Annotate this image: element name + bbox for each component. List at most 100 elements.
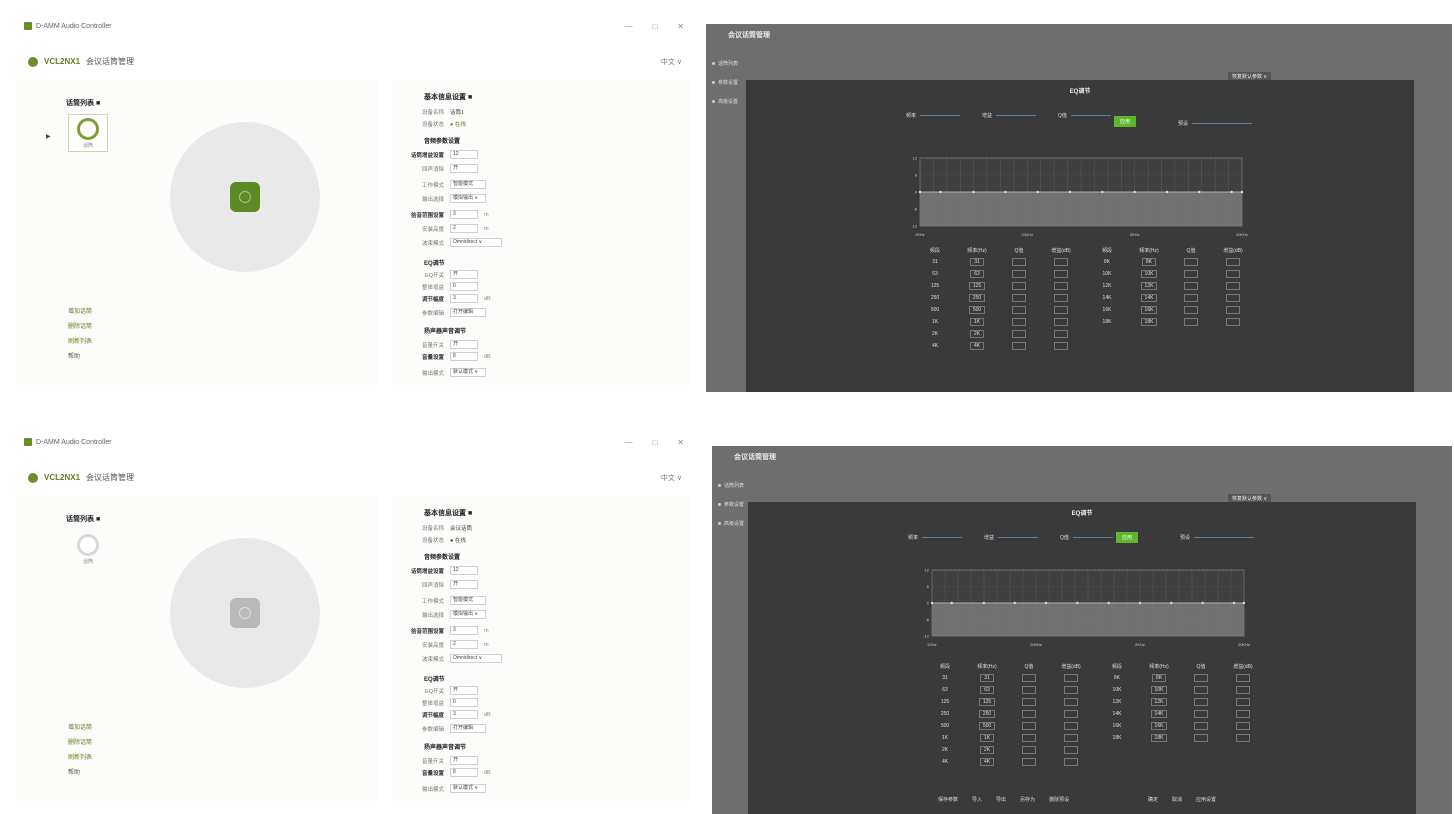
- mic-center-icon[interactable]: [230, 182, 260, 212]
- band-cell-input[interactable]: [1170, 282, 1212, 290]
- menu-item-params[interactable]: 参数设置: [718, 501, 744, 508]
- band-cell-input[interactable]: 18K: [1138, 734, 1180, 742]
- band-cell-input[interactable]: [1008, 674, 1050, 682]
- band-cell-input[interactable]: [1180, 698, 1222, 706]
- band-cell-input[interactable]: [1050, 710, 1092, 718]
- cancel-button[interactable]: 取消: [1172, 796, 1182, 803]
- band-cell-input[interactable]: 10K: [1128, 270, 1170, 278]
- band-cell-input[interactable]: 12K: [1138, 698, 1180, 706]
- speaker-volume-input[interactable]: 8: [450, 768, 478, 777]
- band-cell-input[interactable]: [1180, 734, 1222, 742]
- band-cell-input[interactable]: [1212, 318, 1254, 326]
- band-cell-input[interactable]: [1050, 698, 1092, 706]
- band-cell-input[interactable]: [1008, 698, 1050, 706]
- help-link[interactable]: 帮助: [68, 767, 92, 776]
- band-cell-input[interactable]: [1008, 758, 1050, 766]
- band-cell-input[interactable]: [1180, 710, 1222, 718]
- band-cell-input[interactable]: [1212, 258, 1254, 266]
- minimize-button[interactable]: —: [624, 438, 632, 447]
- output-select[interactable]: 模拟输出 ∨: [450, 194, 486, 203]
- save-as-button[interactable]: 另存为: [1020, 796, 1035, 803]
- band-cell-input[interactable]: 1K: [966, 734, 1008, 742]
- band-cell-input[interactable]: [1040, 294, 1082, 302]
- maximize-button[interactable]: □: [652, 438, 657, 447]
- install-height-input[interactable]: 2: [450, 640, 478, 649]
- speaker-volume-input[interactable]: 8: [450, 352, 478, 361]
- import-button[interactable]: 导入: [972, 796, 982, 803]
- band-cell-input[interactable]: [998, 258, 1040, 266]
- work-mode-select[interactable]: 智能模式: [450, 596, 486, 605]
- band-cell-input[interactable]: 8K: [1138, 674, 1180, 682]
- add-device-link[interactable]: 增加话筒: [68, 306, 92, 315]
- eq-gain-input[interactable]: 0: [450, 282, 478, 291]
- q-slider[interactable]: [1072, 537, 1113, 538]
- band-cell-input[interactable]: 8K: [1128, 258, 1170, 266]
- band-cell-input[interactable]: [1222, 674, 1264, 682]
- confirm-button[interactable]: 确定: [1148, 796, 1158, 803]
- eq-switch-input[interactable]: 开: [450, 270, 478, 279]
- band-cell-input[interactable]: 250: [956, 294, 998, 302]
- apply-settings-button[interactable]: 应用设置: [1196, 796, 1216, 803]
- export-button[interactable]: 导出: [996, 796, 1006, 803]
- band-cell-input[interactable]: [1040, 270, 1082, 278]
- band-cell-input[interactable]: [1040, 318, 1082, 326]
- menu-item-device-list[interactable]: 话筒列表: [718, 482, 744, 489]
- band-cell-input[interactable]: 18K: [1128, 318, 1170, 326]
- band-cell-input[interactable]: [998, 330, 1040, 338]
- delete-device-link[interactable]: 删除话筒: [68, 737, 92, 746]
- band-cell-input[interactable]: [1170, 270, 1212, 278]
- band-cell-input[interactable]: 16K: [1138, 722, 1180, 730]
- gain-slider[interactable]: [998, 537, 1039, 538]
- band-cell-input[interactable]: [1170, 258, 1212, 266]
- band-cell-input[interactable]: [1222, 722, 1264, 730]
- band-cell-input[interactable]: [998, 270, 1040, 278]
- band-cell-input[interactable]: 2K: [956, 330, 998, 338]
- band-cell-input[interactable]: 1K: [956, 318, 998, 326]
- echo-cancel-input[interactable]: 开: [450, 164, 478, 173]
- beam-mode-select[interactable]: Omnidirect ∨: [450, 654, 502, 663]
- band-cell-input[interactable]: 500: [956, 306, 998, 314]
- band-cell-input[interactable]: [1040, 330, 1082, 338]
- band-cell-input[interactable]: 250: [966, 710, 1008, 718]
- band-cell-input[interactable]: [998, 306, 1040, 314]
- band-cell-input[interactable]: 14K: [1138, 710, 1180, 718]
- device-card-selected[interactable]: 话筒: [68, 114, 108, 152]
- band-cell-input[interactable]: [1170, 294, 1212, 302]
- band-cell-input[interactable]: 14K: [1128, 294, 1170, 302]
- menu-item-advanced[interactable]: 高级设置: [712, 98, 738, 105]
- band-cell-input[interactable]: [1008, 686, 1050, 694]
- add-device-link[interactable]: 增加话筒: [68, 722, 92, 731]
- refresh-list-link[interactable]: 刷新列表: [68, 752, 92, 761]
- menu-item-params[interactable]: 参数设置: [712, 79, 738, 86]
- band-cell-input[interactable]: [1008, 746, 1050, 754]
- band-cell-input[interactable]: [1050, 722, 1092, 730]
- band-cell-input[interactable]: [1050, 686, 1092, 694]
- band-cell-input[interactable]: 63: [966, 686, 1008, 694]
- mic-center-icon[interactable]: [230, 598, 260, 628]
- eq-level-input[interactable]: 3: [450, 710, 478, 719]
- delete-preset-button[interactable]: 删除预设: [1049, 796, 1069, 803]
- device-card[interactable]: 话筒: [68, 530, 108, 568]
- band-cell-input[interactable]: 125: [956, 282, 998, 290]
- band-cell-input[interactable]: [1040, 282, 1082, 290]
- speaker-mode-select[interactable]: 默认模式 ∨: [450, 784, 486, 793]
- eq-gain-input[interactable]: 0: [450, 698, 478, 707]
- apply-button[interactable]: 应用: [1114, 116, 1137, 127]
- refresh-list-link[interactable]: 刷新列表: [68, 336, 92, 345]
- speaker-switch-input[interactable]: 开: [450, 340, 478, 349]
- help-link[interactable]: 帮助: [68, 351, 92, 360]
- band-cell-input[interactable]: [1222, 686, 1264, 694]
- band-cell-input[interactable]: [998, 318, 1040, 326]
- band-cell-input[interactable]: [1050, 734, 1092, 742]
- eq-level-input[interactable]: 3: [450, 294, 478, 303]
- menu-item-advanced[interactable]: 高级设置: [718, 520, 744, 527]
- band-cell-input[interactable]: 125: [966, 698, 1008, 706]
- band-cell-input[interactable]: [998, 294, 1040, 302]
- band-cell-input[interactable]: 16K: [1128, 306, 1170, 314]
- pickup-range-input[interactable]: 3: [450, 210, 478, 219]
- band-cell-input[interactable]: 12K: [1128, 282, 1170, 290]
- speaker-switch-input[interactable]: 开: [450, 756, 478, 765]
- band-cell-input[interactable]: [1212, 294, 1254, 302]
- save-params-button[interactable]: 保存参数: [938, 796, 958, 803]
- eq-switch-input[interactable]: 开: [450, 686, 478, 695]
